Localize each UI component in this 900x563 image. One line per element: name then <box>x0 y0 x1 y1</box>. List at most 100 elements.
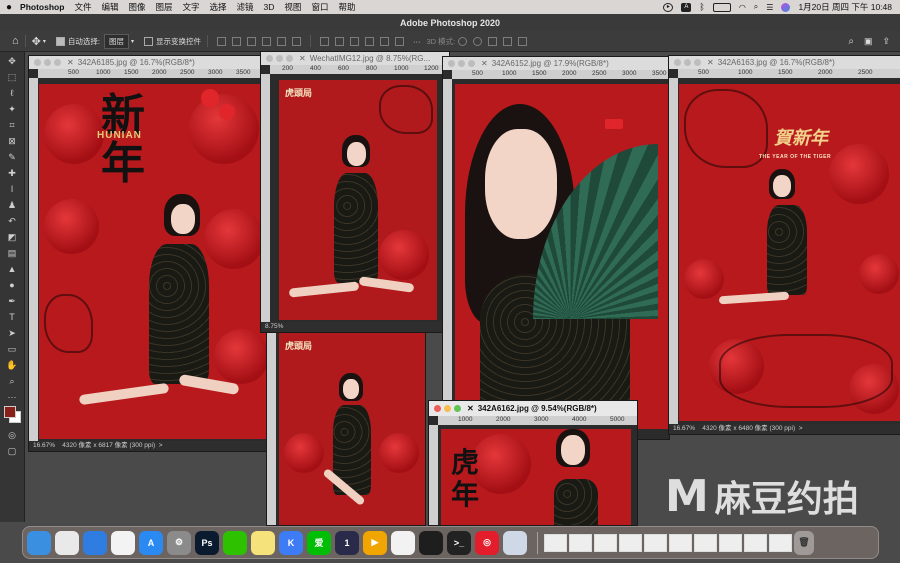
document-tab[interactable]: ✕ 342A6185.jpg @ 16.7%(RGB/8*) <box>29 56 269 69</box>
clone-stamp-icon[interactable]: ♟ <box>5 199 19 212</box>
align-middle-icon[interactable] <box>277 36 286 46</box>
minimize-icon[interactable] <box>458 60 465 67</box>
dock-window-thumbnail[interactable] <box>544 533 567 552</box>
notes-app-icon[interactable] <box>251 530 275 555</box>
more-tools-icon[interactable]: ··· <box>5 391 19 404</box>
3d-drag-icon[interactable] <box>488 36 498 46</box>
kuaiya-app-icon[interactable]: K <box>279 530 303 555</box>
close-icon[interactable] <box>434 405 441 412</box>
align-center-icon[interactable] <box>232 36 241 46</box>
document-tab[interactable]: ✕ 342A6152.jpg @ 17.9%(RGB/8*) <box>443 57 669 70</box>
document-window-342A6185[interactable]: ✕ 342A6185.jpg @ 16.7%(RGB/8*) 500 1000 … <box>28 55 270 452</box>
zoom-tool-icon[interactable]: ⌕ <box>5 375 19 388</box>
distribute-center-icon[interactable] <box>380 36 389 46</box>
battery-icon[interactable] <box>712 2 731 12</box>
wechat-app-icon[interactable] <box>223 530 247 555</box>
document-window-secondary[interactable]: 虎頭局 <box>266 332 426 526</box>
minimize-icon[interactable] <box>44 59 51 66</box>
input-source-icon[interactable]: A <box>681 2 692 12</box>
zoom-window-icon[interactable] <box>286 55 293 62</box>
document-info[interactable]: 4320 像素 x 6817 像素 (300 ppi) <box>62 442 155 449</box>
distribute-right-icon[interactable] <box>395 36 404 46</box>
lasso-tool-icon[interactable]: ℓ <box>5 87 19 100</box>
auto-select-target-dropdown[interactable]: 图层 <box>103 33 129 49</box>
zoom-window-icon[interactable] <box>454 405 461 412</box>
image-canvas[interactable]: 賀新年 THE YEAR OF THE TIGER <box>679 84 900 421</box>
distribute-middle-icon[interactable] <box>335 36 344 46</box>
pen-tool-icon[interactable]: ✒ <box>5 295 19 308</box>
close-tab-icon[interactable]: ✕ <box>299 54 306 63</box>
baidu-netdisk-app-icon[interactable] <box>391 530 415 555</box>
eyedropper-icon[interactable]: ✎ <box>5 151 19 164</box>
finder-app-icon[interactable] <box>27 530 51 555</box>
move-tool-dropdown-icon[interactable]: ▾ <box>43 38 46 45</box>
search-icon[interactable]: ⌕ <box>848 36 854 47</box>
foreground-color-swatch[interactable] <box>4 406 16 418</box>
image-canvas[interactable]: 虎年 <box>441 429 631 525</box>
apple-icon[interactable]: ● <box>6 2 12 13</box>
trash-icon[interactable]: 🗑 <box>794 530 814 555</box>
zoom-window-icon[interactable] <box>468 60 475 67</box>
image-canvas[interactable]: 虎頭局 <box>279 333 425 525</box>
dock-window-thumbnail[interactable] <box>769 533 792 552</box>
menu-image[interactable]: 图像 <box>128 1 145 13</box>
bluetooth-icon[interactable]: ᛒ <box>699 2 704 12</box>
image-canvas[interactable]: 虎頭局 <box>279 80 437 320</box>
preview-app-icon[interactable] <box>503 530 527 555</box>
home-icon[interactable]: ⌂ <box>12 35 19 47</box>
menu-type[interactable]: 文字 <box>183 1 200 13</box>
search-icon[interactable]: ⌕ <box>754 2 758 12</box>
frame-tool-icon[interactable]: ⊠ <box>5 135 19 148</box>
3d-slide-icon[interactable] <box>503 36 513 46</box>
blur-tool-icon[interactable]: ▲ <box>5 263 19 276</box>
3d-rotate-icon[interactable] <box>458 36 468 46</box>
share-icon[interactable]: ⇪ <box>882 36 890 47</box>
menu-filter[interactable]: 滤镜 <box>237 1 254 13</box>
netease-music-app-icon[interactable]: ◎ <box>475 530 499 555</box>
dock-window-thumbnail[interactable] <box>669 533 692 552</box>
photos-app-icon[interactable] <box>111 530 135 555</box>
close-tab-icon[interactable]: ✕ <box>67 58 74 67</box>
one-app-icon[interactable]: 1 <box>335 530 359 555</box>
wifi-icon[interactable]: ◠ <box>739 3 746 12</box>
minimize-icon[interactable] <box>444 405 451 412</box>
minimize-icon[interactable] <box>276 55 283 62</box>
document-window-342A6163[interactable]: ✕ 342A6163.jpg @ 16.7%(RGB/8*) 500 1000 … <box>668 55 900 435</box>
quick-mask-icon[interactable]: ◎ <box>5 429 19 442</box>
rectangle-tool-icon[interactable]: ▭ <box>5 343 19 356</box>
chevron-right-icon[interactable]: > <box>157 442 163 449</box>
dock-window-thumbnail[interactable] <box>569 533 592 552</box>
show-transform-checkbox[interactable] <box>144 36 153 46</box>
gradient-icon[interactable]: ▤ <box>5 247 19 260</box>
document-info[interactable]: 4320 像素 x 6480 像素 (300 ppi) <box>702 425 795 432</box>
close-tab-icon[interactable]: ✕ <box>481 59 488 68</box>
close-icon[interactable] <box>34 59 41 66</box>
iqiyi-app-icon[interactable]: 爱 <box>307 530 331 555</box>
document-tab[interactable]: ✕ 342A6163.jpg @ 16.7%(RGB/8*) <box>669 56 900 69</box>
zoom-level[interactable]: 16.67% <box>673 425 695 432</box>
zoom-window-icon[interactable] <box>54 59 61 66</box>
zoom-level[interactable]: 16.67% <box>33 442 55 449</box>
dock-window-thumbnail[interactable] <box>594 533 617 552</box>
image-canvas[interactable]: 新年 HUNIAN <box>39 84 269 439</box>
menubar-clock[interactable]: 1月20日 周四 下午 10:48 <box>798 1 892 13</box>
3d-scale-icon[interactable] <box>518 36 528 46</box>
crop-tool-icon[interactable]: ⌗ <box>5 119 19 132</box>
app-menu[interactable]: Photoshop <box>20 2 64 12</box>
terminal-app-icon[interactable]: >_ <box>447 530 471 555</box>
type-tool-icon[interactable]: T <box>5 311 19 324</box>
control-center-icon[interactable]: ☰ <box>766 3 773 12</box>
play-icon[interactable]: ▸ <box>663 2 674 12</box>
dock-window-thumbnail[interactable] <box>619 533 642 552</box>
document-window-342A6162[interactable]: ✕ 342A6162.jpg @ 9.54%(RGB/8*) 1000 2000… <box>428 400 638 526</box>
distribute-left-icon[interactable] <box>365 36 374 46</box>
distribute-top-icon[interactable] <box>320 36 329 46</box>
close-icon[interactable] <box>674 59 681 66</box>
move-tool-icon[interactable]: ✥ <box>32 35 41 48</box>
menu-window[interactable]: 窗口 <box>311 1 328 13</box>
more-options-icon[interactable]: ··· <box>413 37 421 46</box>
app-store-app-icon[interactable]: A <box>139 530 163 555</box>
menu-file[interactable]: 文件 <box>74 1 91 13</box>
chevron-right-icon[interactable]: > <box>797 425 803 432</box>
menu-view[interactable]: 视图 <box>284 1 301 13</box>
